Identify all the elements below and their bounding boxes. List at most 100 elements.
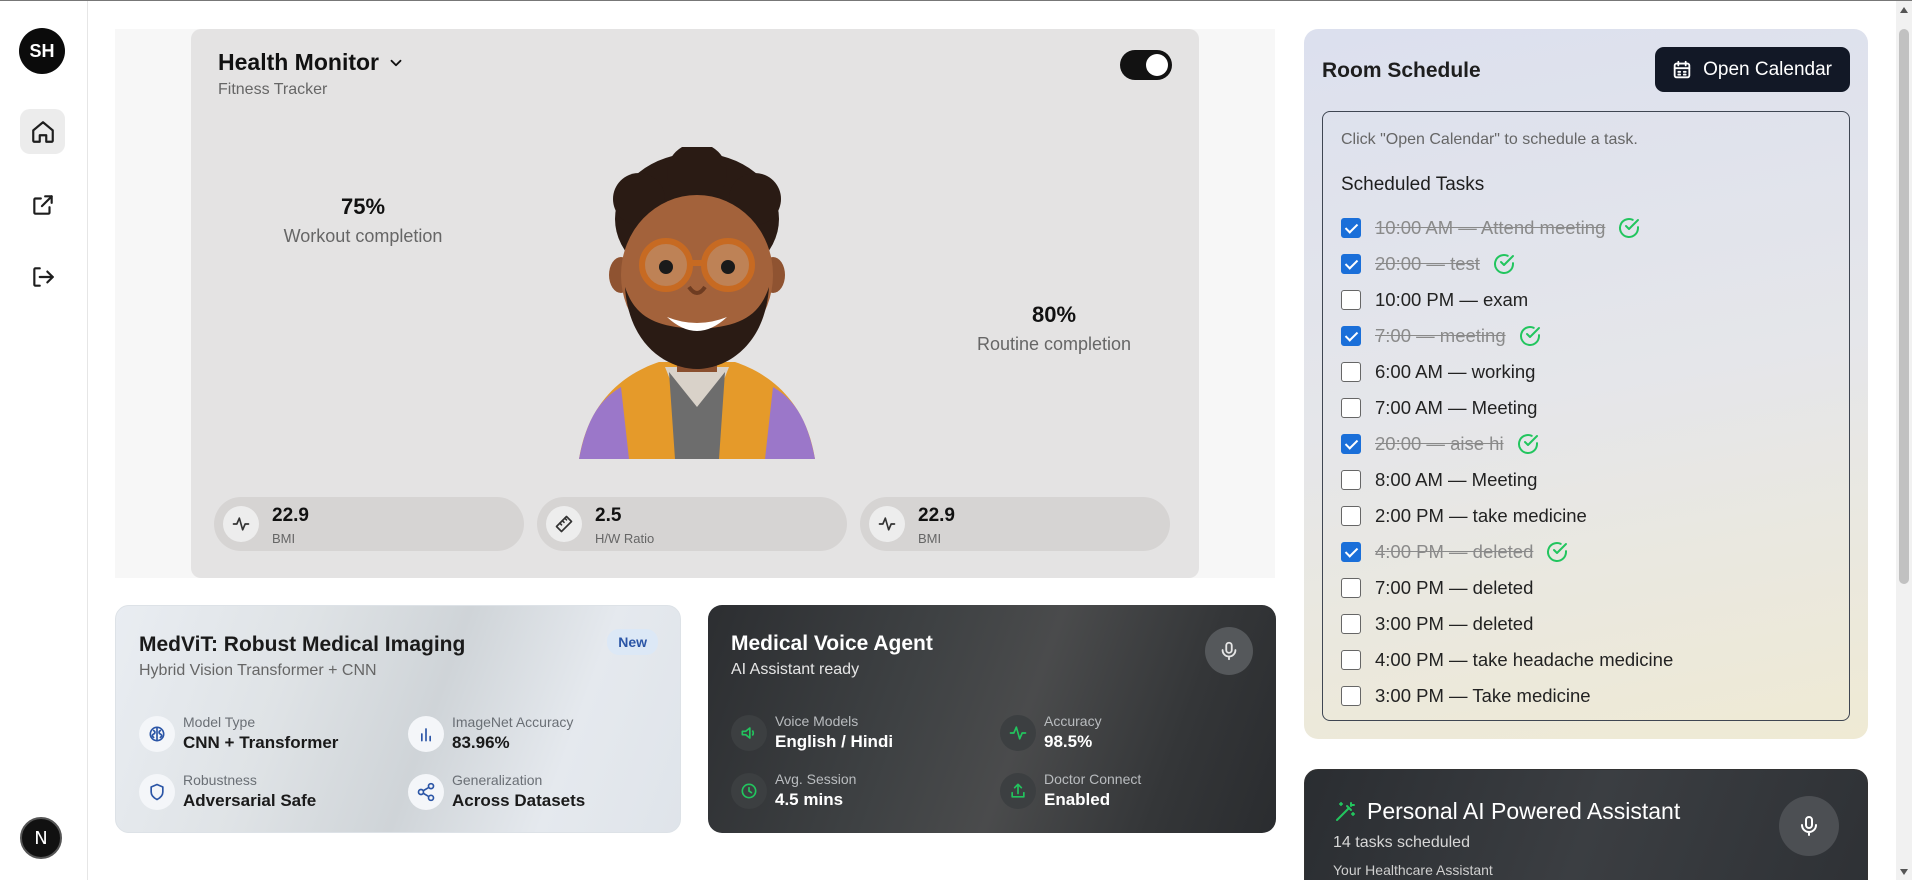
task-checkbox[interactable] <box>1341 290 1361 310</box>
check-circle-icon <box>1619 218 1640 238</box>
scroll-up-arrow[interactable] <box>1900 7 1908 13</box>
nav-logout-button[interactable] <box>20 254 65 299</box>
task-checkbox[interactable] <box>1341 326 1361 346</box>
schedule-hint: Click "Open Calendar" to schedule a task… <box>1341 131 1638 148</box>
task-text: 3:00 PM — deleted <box>1375 613 1534 634</box>
open-calendar-label: Open Calendar <box>1703 58 1832 80</box>
health-toggle[interactable] <box>1120 50 1172 80</box>
task-checkbox[interactable] <box>1341 434 1361 454</box>
room-schedule-panel: Room Schedule Open Calendar Click "Open … <box>1304 29 1868 739</box>
health-monitor-subtitle: Fitness Tracker <box>218 81 328 98</box>
activity-icon <box>232 517 250 531</box>
share-icon <box>417 782 435 802</box>
medvit-title: MedViT: Robust Medical Imaging <box>139 633 466 656</box>
medvit-subtitle: Hybrid Vision Transformer + CNN <box>139 662 377 679</box>
bmi-value-secondary: 22.9 <box>918 505 955 526</box>
task-checkbox[interactable] <box>1341 218 1361 238</box>
task-item: 2:00 PM — take medicine <box>1341 498 1673 534</box>
workout-stat: 75% Workout completion <box>263 194 463 247</box>
activity-icon <box>878 517 896 531</box>
magic-wand-icon <box>1336 801 1355 821</box>
home-icon <box>31 120 54 143</box>
scheduled-tasks-heading: Scheduled Tasks <box>1341 174 1485 195</box>
task-checkbox[interactable] <box>1341 578 1361 598</box>
task-text: 10:00 PM — exam <box>1375 289 1529 310</box>
task-item: 3:00 PM — Take medicine <box>1341 678 1673 714</box>
nav-external-button[interactable] <box>20 182 65 227</box>
task-checkbox[interactable] <box>1341 254 1361 274</box>
assistant-mic-button[interactable] <box>1779 796 1839 856</box>
voice-mic-button[interactable] <box>1205 627 1253 675</box>
voice-agent-title: Medical Voice Agent <box>731 632 933 655</box>
room-schedule-title: Room Schedule <box>1322 59 1481 82</box>
task-checkbox[interactable] <box>1341 686 1361 706</box>
framework-badge[interactable]: N <box>20 817 62 859</box>
personal-assistant-card[interactable]: Personal AI Powered Assistant 14 tasks s… <box>1304 769 1868 880</box>
task-item: 7:00 AM — Meeting <box>1341 390 1673 426</box>
assistant-task-count: 14 tasks scheduled <box>1333 834 1470 851</box>
task-text: 3:00 PM — Take medicine <box>1375 685 1591 706</box>
task-checkbox[interactable] <box>1341 542 1361 562</box>
task-checkbox[interactable] <box>1341 650 1361 670</box>
user-avatar[interactable]: SH <box>19 28 65 74</box>
speaker-icon <box>741 727 755 739</box>
microphone-icon <box>1221 641 1237 661</box>
left-rail: SH N <box>0 1 88 880</box>
avatar-character-illustration <box>579 147 815 459</box>
nav-home-button[interactable] <box>20 109 65 154</box>
task-item: 8:00 AM — Meeting <box>1341 462 1673 498</box>
medvit-card[interactable]: MedViT: Robust Medical Imaging Hybrid Vi… <box>115 605 681 833</box>
voice-agent-card[interactable]: Medical Voice Agent AI Assistant ready V… <box>708 605 1276 833</box>
voice-feature-accuracy: Accuracy 98.5% <box>1000 711 1240 755</box>
hw-ratio-label: H/W Ratio <box>595 531 655 546</box>
medvit-feature-generalization: Generalization Across Datasets <box>408 770 648 814</box>
clock-icon <box>741 783 757 799</box>
brain-icon <box>149 726 165 742</box>
task-checkbox[interactable] <box>1341 398 1361 418</box>
medvit-feature-model-type: Model Type CNN + Transformer <box>139 712 379 756</box>
task-text: 4:00 PM — deleted <box>1375 541 1534 562</box>
hw-ratio-pill: 2.5 H/W Ratio <box>537 497 847 551</box>
routine-percent: 80% <box>1031 302 1077 327</box>
check-circle-icon <box>1493 254 1514 274</box>
task-text: 10:00 AM — Attend meeting <box>1375 217 1606 238</box>
task-checkbox[interactable] <box>1341 506 1361 526</box>
bmi-label-secondary: BMI <box>918 531 942 546</box>
health-monitor-title: Health Monitor <box>218 49 379 75</box>
microphone-icon <box>1801 816 1817 836</box>
task-checkbox[interactable] <box>1341 470 1361 490</box>
workout-percent: 75% <box>340 194 386 219</box>
health-monitor-dropdown[interactable]: Health Monitor <box>218 49 405 76</box>
open-calendar-button[interactable]: Open Calendar <box>1655 47 1850 92</box>
task-item: 7:00 — meeting <box>1341 318 1673 354</box>
task-item: 4:00 PM — deleted <box>1341 534 1673 570</box>
check-circle-icon <box>1519 326 1540 346</box>
external-link-icon <box>32 194 53 215</box>
assistant-title: Personal AI Powered Assistant <box>1367 798 1681 824</box>
task-text: 4:00 PM — take headache medicine <box>1375 649 1674 670</box>
medvit-feature-robustness: Robustness Adversarial Safe <box>139 770 379 814</box>
task-text: 8:00 AM — Meeting <box>1375 469 1538 490</box>
ruler-icon <box>555 515 573 533</box>
task-item: 10:00 PM — exam <box>1341 282 1673 318</box>
bmi-pill-secondary: 22.9 BMI <box>860 497 1170 551</box>
task-text: 7:00 AM — Meeting <box>1375 397 1538 418</box>
voice-feature-models: Voice Models English / Hindi <box>731 711 971 755</box>
chevron-down-icon <box>390 59 402 66</box>
bar-chart-icon <box>421 728 431 742</box>
activity-icon <box>1009 726 1027 740</box>
hw-ratio-value: 2.5 <box>595 505 622 526</box>
task-item: 20:00 — test <box>1341 246 1673 282</box>
scroll-down-arrow[interactable] <box>1900 869 1908 875</box>
task-list: 10:00 AM — Attend meeting 20:00 — test 10:… <box>1341 210 1673 714</box>
medvit-feature-accuracy: ImageNet Accuracy 83.96% <box>408 712 648 756</box>
voice-feature-session: Avg. Session 4.5 mins <box>731 769 971 813</box>
task-text: 7:00 — meeting <box>1375 325 1506 346</box>
task-checkbox[interactable] <box>1341 614 1361 634</box>
page-scrollbar[interactable] <box>1896 1 1912 880</box>
assistant-subtitle: Your Healthcare Assistant <box>1333 862 1493 878</box>
bmi-label: BMI <box>272 531 296 546</box>
task-checkbox[interactable] <box>1341 362 1361 382</box>
scrollbar-thumb[interactable] <box>1899 29 1909 584</box>
schedule-box: Click "Open Calendar" to schedule a task… <box>1322 111 1850 721</box>
